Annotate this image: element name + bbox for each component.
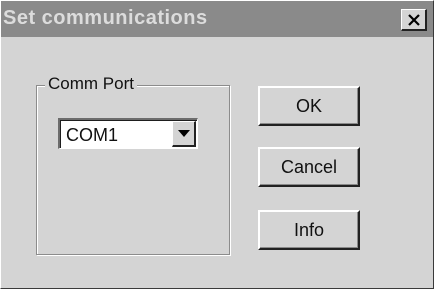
comm-port-dropdown[interactable]: COM1 — [58, 118, 198, 149]
info-button[interactable]: Info — [258, 210, 360, 250]
title-bar[interactable]: Set communications — [1, 1, 433, 37]
dialog-window: Set communications Comm Port COM1 OK Can… — [0, 0, 434, 289]
ok-button[interactable]: OK — [258, 86, 360, 126]
chevron-down-icon — [178, 130, 190, 137]
comm-port-groupbox — [36, 85, 230, 255]
comm-port-group-label: Comm Port — [45, 73, 137, 95]
comm-port-selected-value: COM1 — [66, 125, 119, 145]
close-button[interactable] — [401, 9, 427, 31]
cancel-button[interactable]: Cancel — [258, 147, 360, 187]
close-icon — [408, 14, 420, 26]
window-title: Set communications — [3, 7, 208, 29]
dropdown-arrow-button[interactable] — [172, 121, 196, 147]
